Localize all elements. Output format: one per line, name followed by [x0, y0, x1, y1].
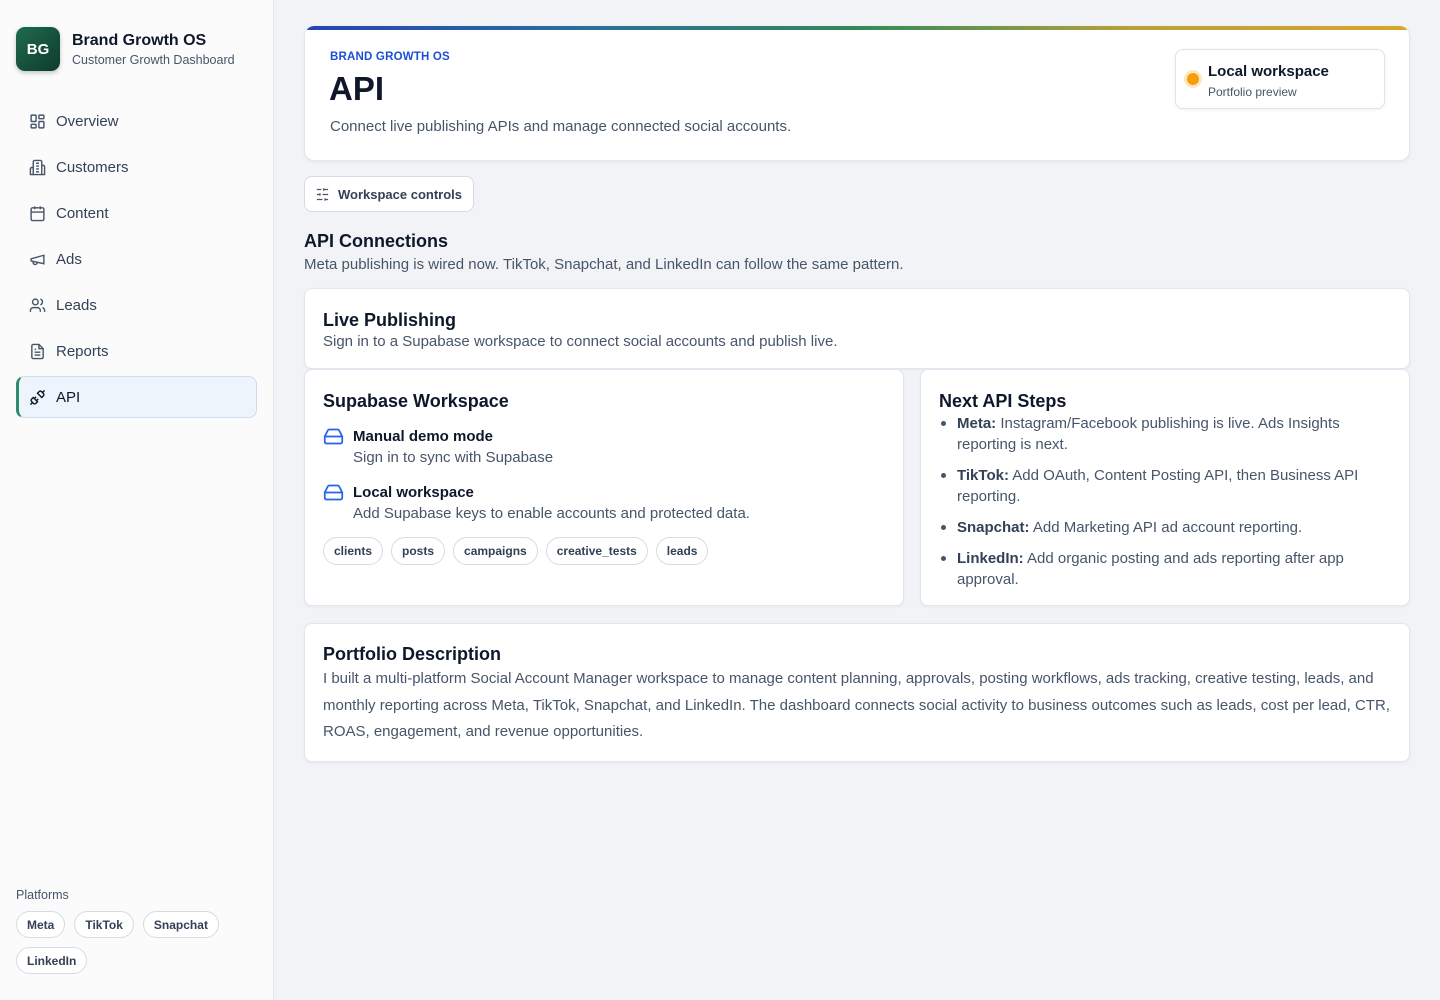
step-platform: Snapchat: [957, 519, 1030, 536]
supabase-item-title: Manual demo mode [353, 428, 494, 445]
supabase-status-item: Manual demo mode Sign in to sync with Su… [323, 427, 553, 467]
status-dot-icon [1187, 73, 1199, 85]
sidebar-item-label: Customers [56, 158, 129, 176]
sliders-icon [315, 187, 330, 202]
platforms-section: Platforms Meta TikTok Snapchat LinkedIn [16, 888, 256, 974]
workspace-controls-label: Workspace controls [338, 186, 463, 202]
step-text: Instagram/Facebook publishing is live. A… [957, 415, 1340, 453]
sidebar-item-label: Content [56, 204, 109, 222]
header-accent-bar [305, 26, 1409, 30]
supabase-item-subtitle: Sign in to sync with Supabase [353, 449, 554, 466]
live-publishing-title: Live Publishing [323, 310, 457, 330]
calendar-icon [28, 204, 46, 222]
table-chip-creative-tests: creative_tests [545, 537, 648, 565]
sidebar-item-reports[interactable]: Reports [16, 330, 257, 372]
brand-logo: BG [16, 27, 60, 71]
platforms-title: Platforms [16, 888, 69, 902]
step-text: Add OAuth, Content Posting API, then Bus… [957, 467, 1359, 505]
page-title: API [329, 70, 385, 107]
sidebar-item-ads[interactable]: Ads [16, 238, 257, 280]
portfolio-body: I built a multi-platform Social Account … [323, 670, 1390, 740]
next-steps-list: Meta: Instagram/Facebook publishing is l… [939, 413, 1394, 600]
header-eyebrow: BRAND GROWTH OS [330, 51, 450, 63]
step-platform: Meta: [957, 415, 997, 432]
page-description: Connect live publishing APIs and manage … [330, 118, 792, 135]
plug-icon [28, 388, 46, 406]
list-item: Snapchat: Add Marketing API ad account r… [939, 517, 1394, 538]
next-api-steps-card: Next API Steps Meta: Instagram/Facebook … [920, 369, 1410, 606]
supabase-table-chips: clients posts campaigns creative_tests l… [323, 537, 709, 565]
sidebar-item-overview[interactable]: Overview [16, 100, 257, 142]
sidebar-item-leads[interactable]: Leads [16, 284, 257, 326]
sidebar-item-label: Leads [56, 296, 97, 314]
workspace-status-badge: Local workspace Portfolio preview [1175, 49, 1385, 109]
megaphone-icon [28, 250, 46, 268]
sidebar-item-label: Overview [56, 112, 119, 130]
live-publishing-card: Live Publishing Sign in to a Supabase wo… [304, 288, 1410, 369]
section-subtitle: Meta publishing is wired now. TikTok, Sn… [304, 256, 904, 273]
brand: BG Brand Growth OS Customer Growth Dashb… [16, 27, 235, 71]
sidebar-item-label: API [56, 388, 81, 406]
table-chip-clients: clients [323, 537, 384, 565]
platform-chip-tiktok[interactable]: TikTok [74, 911, 134, 938]
database-icon [323, 426, 345, 448]
portfolio-title: Portfolio Description [323, 644, 502, 664]
platform-chip-linkedin[interactable]: LinkedIn [16, 947, 88, 974]
users-icon [28, 296, 46, 314]
workspace-controls-button[interactable]: Workspace controls [304, 176, 475, 212]
brand-name: Brand Growth OS [72, 31, 207, 49]
list-item: Meta: Instagram/Facebook publishing is l… [939, 413, 1394, 455]
platform-chip-meta[interactable]: Meta [16, 911, 66, 938]
building-icon [28, 158, 46, 176]
main-content: BRAND GROWTH OS API Connect live publish… [304, 26, 1410, 762]
platform-chip-snapchat[interactable]: Snapchat [142, 911, 219, 938]
database-icon [323, 482, 345, 504]
list-item: LinkedIn: Add organic posting and ads re… [939, 548, 1394, 590]
step-text: Add Marketing API ad account reporting. [1032, 519, 1303, 536]
supabase-card-title: Supabase Workspace [323, 391, 509, 411]
brand-subtitle: Customer Growth Dashboard [72, 52, 235, 67]
portfolio-description-card: Portfolio Description I built a multi-pl… [304, 623, 1410, 762]
live-publishing-subtitle: Sign in to a Supabase workspace to conne… [323, 333, 838, 350]
page-header: BRAND GROWTH OS API Connect live publish… [304, 26, 1410, 161]
step-platform: LinkedIn: [957, 550, 1024, 567]
section-title: API Connections [304, 231, 449, 251]
sidebar-nav: Overview Customers Content Ads Leads Rep… [16, 100, 257, 422]
table-chip-leads: leads [655, 537, 709, 565]
sidebar-item-label: Ads [56, 250, 82, 268]
sidebar-item-content[interactable]: Content [16, 192, 257, 234]
supabase-item-subtitle: Add Supabase keys to enable accounts and… [353, 505, 750, 522]
next-steps-title: Next API Steps [939, 391, 1067, 411]
workspace-status-title: Local workspace [1208, 63, 1329, 80]
sidebar: BG Brand Growth OS Customer Growth Dashb… [0, 0, 274, 1000]
grid-icon [28, 112, 46, 130]
table-chip-posts: posts [391, 537, 446, 565]
supabase-item-title: Local workspace [353, 484, 474, 501]
sidebar-item-customers[interactable]: Customers [16, 146, 257, 188]
sidebar-item-api[interactable]: API [16, 376, 257, 418]
step-platform: TikTok: [957, 467, 1009, 484]
workspace-status-subtitle: Portfolio preview [1208, 85, 1297, 99]
table-chip-campaigns: campaigns [453, 537, 538, 565]
list-item: TikTok: Add OAuth, Content Posting API, … [939, 465, 1394, 507]
file-text-icon [28, 342, 46, 360]
sidebar-item-label: Reports [56, 342, 109, 360]
supabase-workspace-card: Supabase Workspace Manual demo mode Sign… [304, 369, 904, 606]
supabase-status-item: Local workspace Add Supabase keys to ena… [323, 483, 750, 523]
